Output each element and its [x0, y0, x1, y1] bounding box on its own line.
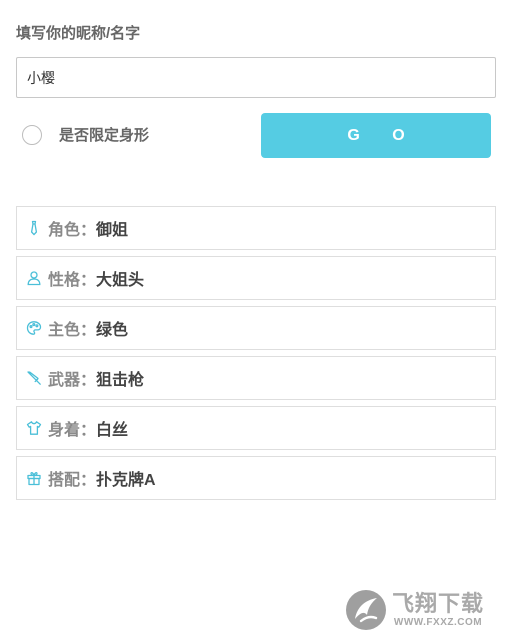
shirt-icon: [26, 420, 42, 436]
result-row-accessory: 搭配： 扑克牌A: [16, 456, 496, 500]
character-generator-page: 填写你的昵称/名字 是否限定身形 G O 角色： 御姐 性格：: [0, 0, 510, 644]
gift-icon: [26, 470, 42, 486]
result-row-outfit: 身着： 白丝: [16, 406, 496, 450]
result-value: 扑克牌A: [96, 472, 156, 489]
fxxz-logo-icon: [346, 590, 386, 630]
result-value: 狙击枪: [96, 372, 145, 389]
restrict-body-shape-radio[interactable]: [22, 124, 42, 145]
tie-icon: [26, 220, 42, 236]
result-label: 搭配：: [48, 472, 97, 489]
watermark-text: 飞翔下载 WWW.FXXZ.COM: [392, 591, 484, 629]
result-value: 大姐头: [96, 272, 145, 289]
result-label: 性格：: [48, 272, 97, 289]
restrict-body-shape-label: 是否限定身形: [59, 127, 150, 144]
restrict-body-shape-toggle[interactable]: 是否限定身形: [22, 124, 149, 145]
result-list: 角色： 御姐 性格： 大姐头 主色： 绿色 武器： 狙击枪 身着： 白丝 搭配：…: [16, 206, 496, 506]
result-row-main-color: 主色： 绿色: [16, 306, 496, 350]
nickname-input[interactable]: [16, 57, 496, 98]
result-value: 白丝: [96, 422, 129, 439]
palette-icon: [26, 320, 42, 336]
site-watermark: 飞翔下载 WWW.FXXZ.COM: [344, 585, 506, 635]
go-button[interactable]: G O: [261, 113, 491, 158]
result-label: 角色：: [48, 222, 97, 239]
watermark-title: 飞翔下载: [392, 591, 485, 616]
result-row-weapon: 武器： 狙击枪: [16, 356, 496, 400]
result-label: 身着：: [48, 422, 97, 439]
result-label: 主色：: [48, 322, 97, 339]
nickname-prompt-label: 填写你的昵称/名字: [16, 25, 141, 42]
knife-icon: [26, 370, 42, 386]
result-label: 武器：: [48, 372, 97, 389]
watermark-url: WWW.FXXZ.COM: [393, 617, 483, 628]
result-row-personality: 性格： 大姐头: [16, 256, 496, 300]
result-value: 御姐: [96, 222, 129, 239]
person-icon: [26, 270, 42, 286]
result-value: 绿色: [96, 322, 129, 339]
result-row-role: 角色： 御姐: [16, 206, 496, 250]
